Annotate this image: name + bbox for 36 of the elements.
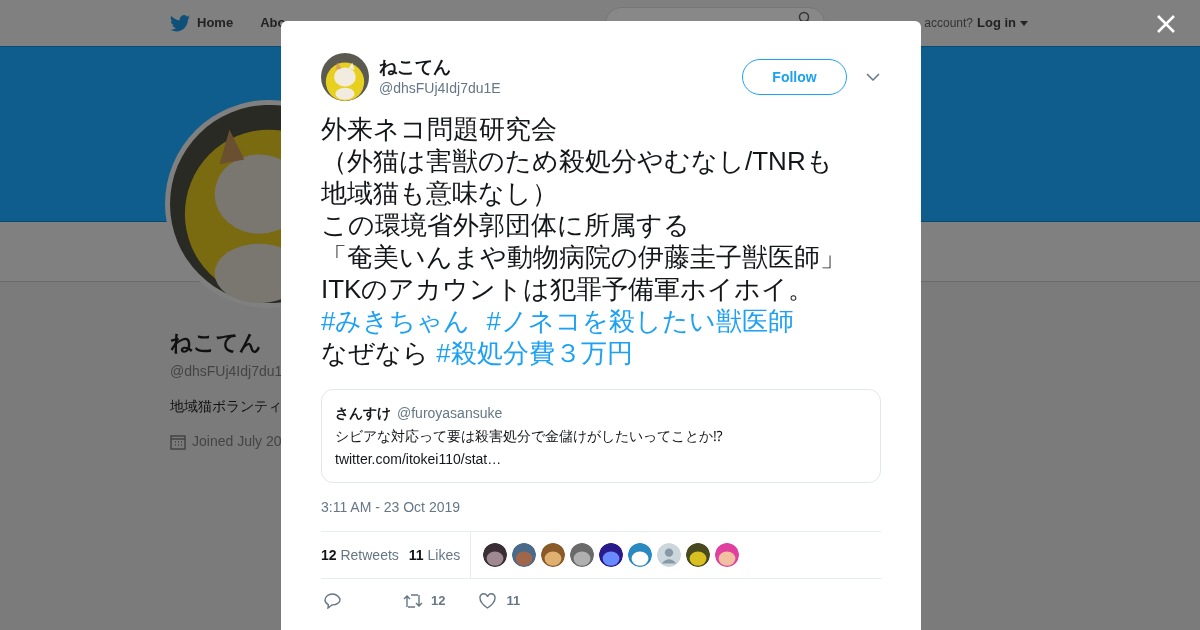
like-count[interactable]: 11 Likes bbox=[408, 544, 461, 566]
tweet-text-line: 「奄美いんまや動物病院の伊藤圭子獣医師」 bbox=[321, 241, 847, 273]
quoted-tweet-text: シビアな対応って要は殺害処分で金儲けがしたいってことか⁉ bbox=[335, 427, 724, 446]
tweet-timestamp: 3:11 AM - 23 Oct 2019 bbox=[321, 498, 462, 517]
quoted-tweet-card[interactable]: さんすけ @furoyasansuke シビアな対応って要は殺害処分で金儲けがしたいってことか⁉ twitter.com/itokei110/stat… bbox=[321, 389, 881, 483]
retweet-icon[interactable] bbox=[403, 592, 423, 609]
hashtag-link[interactable]: #殺処分費３万円 bbox=[436, 338, 633, 368]
tweet-text-line: ITKのアカウントは犯罪予備軍ホイホイ。 bbox=[321, 273, 816, 305]
tweet-text-line: この環境省外郭団体に所属する bbox=[321, 209, 691, 241]
quoted-author-name: さんすけ bbox=[335, 404, 391, 423]
retweet-count[interactable]: 12 Retweets bbox=[321, 544, 399, 566]
hashtag-link[interactable]: #みきちゃん bbox=[321, 306, 471, 336]
default-avatar-icon bbox=[657, 543, 682, 567]
nav-link[interactable]: Home bbox=[197, 13, 234, 33]
quoted-author-handle: @furoyasansuke bbox=[397, 404, 503, 423]
tweet-text-line: なぜなら #殺処分費３万円 bbox=[321, 337, 634, 369]
tweet-text-line: （外猫は害獣のため殺処分やむなし/TNRも bbox=[321, 145, 834, 177]
heart-icon[interactable] bbox=[479, 592, 497, 609]
tweet-text-line: 外来ネコ問題研究会 bbox=[321, 113, 558, 145]
calendar-icon bbox=[170, 433, 186, 450]
quoted-tweet-link[interactable]: twitter.com/itokei110/stat… bbox=[335, 449, 502, 470]
reply-icon[interactable] bbox=[324, 592, 341, 609]
account-prompt: account? bbox=[924, 15, 973, 32]
author-handle: @dhsFUj4Idj7du1E bbox=[379, 78, 501, 98]
caret-icon bbox=[1020, 20, 1028, 26]
tweet-text-line: 地域猫も意味なし） bbox=[321, 177, 559, 209]
close-icon[interactable] bbox=[1157, 15, 1175, 33]
hashtag-link[interactable]: #ノネコを殺したい獣医師 bbox=[486, 306, 794, 336]
profile-handle: @dhsFUj4Idj7du1 bbox=[170, 362, 283, 381]
profile-name: ねこてん bbox=[170, 329, 263, 357]
login-link[interactable]: Log in bbox=[977, 13, 1028, 33]
author-name: ねこてん bbox=[379, 55, 452, 78]
retweet-action-count: 12 bbox=[431, 592, 446, 610]
chevron-down-icon[interactable] bbox=[866, 73, 880, 81]
like-action-count: 11 bbox=[506, 592, 521, 610]
profile-bio: 地域猫ボランティ bbox=[170, 397, 283, 416]
